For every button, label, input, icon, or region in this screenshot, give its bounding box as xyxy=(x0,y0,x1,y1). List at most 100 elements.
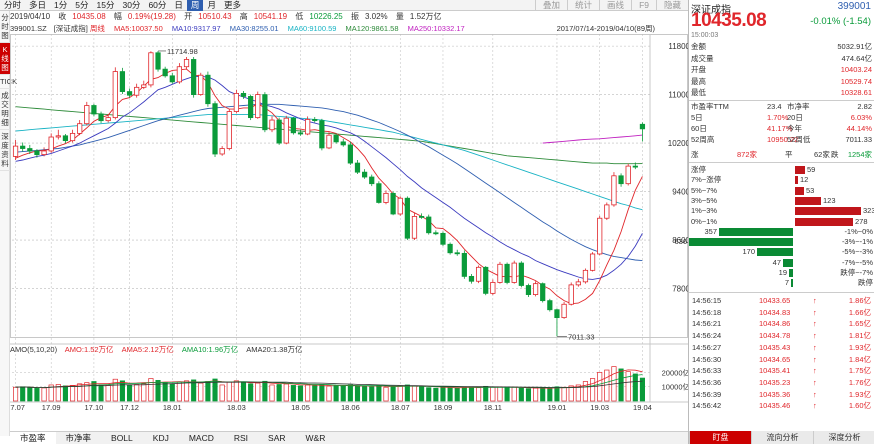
volume-bar xyxy=(568,385,574,402)
tab-3[interactable]: 5分 xyxy=(71,0,92,11)
indicator-tab-0[interactable]: 市盈率 xyxy=(10,431,56,444)
panel-tab-2[interactable]: 深度分析 xyxy=(813,431,874,444)
volume-bar xyxy=(461,386,467,402)
quote-time: 15:00:03 xyxy=(691,32,719,39)
volume-bar xyxy=(34,388,40,402)
dist-count: 7 xyxy=(784,278,789,288)
tab-6[interactable]: 60分 xyxy=(144,0,170,11)
volume-bar xyxy=(91,381,97,402)
volume-bar xyxy=(625,371,631,402)
down-count: 1254家 xyxy=(847,150,872,159)
info-amp-label: 振 xyxy=(350,12,359,21)
dist-row: 170 -5%~-3% xyxy=(689,247,874,257)
min-label: 7011.33 xyxy=(568,332,595,341)
candle-body xyxy=(69,132,76,142)
quote-row-value: 5032.91亿 xyxy=(837,42,872,51)
volume-bar xyxy=(248,383,254,402)
volume-bar xyxy=(13,386,19,402)
tick-time: 14:56:36 xyxy=(692,377,722,387)
volume-bar xyxy=(269,384,275,402)
volume-bar xyxy=(354,385,361,402)
candle-body xyxy=(575,281,581,286)
tick-amount: 1.81亿 xyxy=(848,331,871,341)
candle-body xyxy=(418,216,425,218)
tick-time: 14:56:42 xyxy=(692,401,722,411)
tick-time: 14:56:15 xyxy=(692,296,722,305)
y-tick-label: 11000 xyxy=(668,91,688,100)
candle-body xyxy=(62,135,69,142)
down-label: 跌 xyxy=(831,150,839,159)
tick-price: 10434.83 xyxy=(759,307,791,317)
volume-bar xyxy=(27,387,33,402)
toolbar-btn-4[interactable]: 隐藏 xyxy=(655,0,688,11)
candle-body xyxy=(91,105,97,115)
ma120-legend: MA120:9861.58 xyxy=(345,24,399,33)
indicator-tab-6[interactable]: SAR xyxy=(258,432,295,444)
tab-2[interactable]: 1分 xyxy=(50,0,71,11)
volume-bar xyxy=(433,387,439,402)
tick-row[interactable]: 14:56:42 10435.46 ↑ 1.60亿 xyxy=(689,401,874,412)
side-tab-4[interactable]: 深度资料 xyxy=(0,130,10,171)
stats-cell: 今年 xyxy=(787,124,802,133)
x-tick-label: 17.07 xyxy=(10,403,25,412)
volume-bar xyxy=(454,387,460,402)
volume-bar xyxy=(276,384,282,402)
kline-chart[interactable]: 11800110001020094008600780017.0717.0917.… xyxy=(10,34,688,431)
info-open-label: 开 xyxy=(184,12,193,21)
toolbar-btn-2[interactable]: 画线 xyxy=(599,0,631,11)
info-close: 10435.08 xyxy=(72,12,106,21)
tick-row[interactable]: 14:56:39 10435.36 ↑ 1.93亿 xyxy=(689,390,874,401)
side-tab-3[interactable]: 成交明细 xyxy=(0,89,10,130)
side-tab-0[interactable]: 分时图 xyxy=(0,11,10,43)
dist-row: 3%~5% 123 xyxy=(689,196,874,206)
candle-body xyxy=(604,204,610,219)
tab-0[interactable]: 分时 xyxy=(0,0,25,11)
tick-price: 10435.23 xyxy=(759,377,791,387)
tick-row[interactable]: 14:56:18 10434.83 ↑ 1.66亿 xyxy=(689,308,874,319)
tab-9[interactable]: 月 xyxy=(203,0,220,11)
indicator-tab-7[interactable]: W&R xyxy=(296,432,336,444)
indicator-tab-3[interactable]: KDJ xyxy=(143,432,179,444)
tick-row[interactable]: 14:56:30 10434.65 ↑ 1.84亿 xyxy=(689,355,874,366)
tab-8[interactable]: 周 xyxy=(186,0,204,11)
volume-bar xyxy=(419,386,425,402)
tick-row[interactable]: 14:56:33 10435.41 ↑ 1.75亿 xyxy=(689,366,874,377)
toolbar-btn-0[interactable]: 叠加 xyxy=(535,0,567,11)
tick-amount: 1.86亿 xyxy=(848,296,871,305)
side-tab-1[interactable]: K线图 xyxy=(0,43,10,75)
dist-count: 636 xyxy=(674,237,687,247)
tab-7[interactable]: 日 xyxy=(170,0,187,11)
volume-bar xyxy=(41,387,47,402)
tab-4[interactable]: 15分 xyxy=(93,0,119,11)
dist-label: -1%~0% xyxy=(844,226,873,236)
toolbar-btn-3[interactable]: F9 xyxy=(631,0,656,11)
dist-bar xyxy=(789,269,793,277)
indicator-tab-2[interactable]: BOLL xyxy=(101,432,143,444)
toolbar-btn-1[interactable]: 统计 xyxy=(567,0,599,11)
candle-body xyxy=(547,300,553,311)
tab-10[interactable]: 更多 xyxy=(220,0,245,11)
candle-body xyxy=(447,243,453,254)
tick-row[interactable]: 14:56:36 10435.23 ↑ 1.76亿 xyxy=(689,378,874,389)
stats-cell: 44.14% xyxy=(846,124,872,133)
ma250-legend: MA250:10332.17 xyxy=(407,24,465,33)
side-tab-2[interactable]: TICK xyxy=(0,75,17,89)
candle-body xyxy=(540,283,546,302)
candle-body xyxy=(148,52,154,86)
panel-tab-0[interactable]: 盯盘 xyxy=(689,431,751,444)
tick-row[interactable]: 14:56:21 10434.86 ↑ 1.65亿 xyxy=(689,319,874,330)
tick-row[interactable]: 14:56:27 10435.43 ↑ 1.93亿 xyxy=(689,343,874,354)
tick-row[interactable]: 14:56:24 10434.78 ↑ 1.81亿 xyxy=(689,331,874,342)
quote-row: 最低 10328.61 xyxy=(691,88,872,97)
indicator-tab-5[interactable]: RSI xyxy=(224,432,258,444)
indicator-tab-4[interactable]: MACD xyxy=(179,432,224,444)
tab-5[interactable]: 30分 xyxy=(118,0,144,11)
candle-body xyxy=(312,119,318,122)
candle-body xyxy=(41,150,47,155)
info-change-label: 幅 xyxy=(113,12,122,21)
stats-cell: 52周低 xyxy=(787,135,811,144)
tick-row[interactable]: 14:56:15 10433.65 ↑ 1.86亿 xyxy=(689,296,874,307)
panel-tab-1[interactable]: 流向分析 xyxy=(751,431,813,444)
tab-1[interactable]: 多日 xyxy=(25,0,50,11)
indicator-tab-1[interactable]: 市净率 xyxy=(56,432,102,444)
